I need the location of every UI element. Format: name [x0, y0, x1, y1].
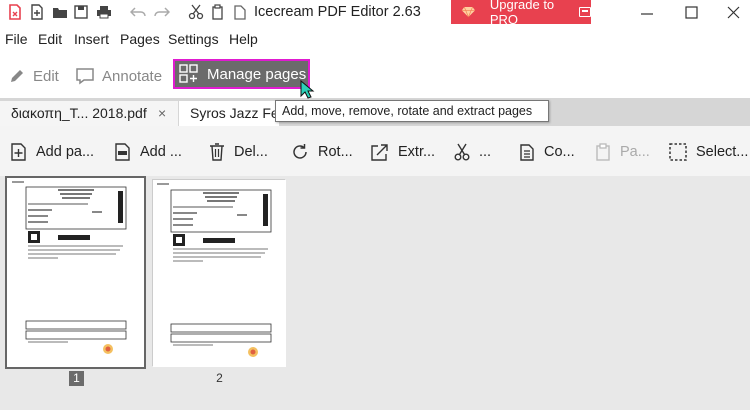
page-preview — [153, 180, 286, 367]
manage-pages-button[interactable]: Manage pages — [173, 59, 310, 89]
manage-pages-icon — [179, 64, 198, 83]
edit-mode-button[interactable]: Edit — [8, 62, 59, 90]
add-page-label: Add pa... — [36, 144, 95, 160]
menu-edit[interactable]: Edit — [38, 31, 62, 47]
clipboard-icon — [596, 143, 610, 161]
new-file-icon[interactable] — [30, 4, 44, 24]
maximize-button[interactable] — [676, 2, 706, 24]
extract-icon — [371, 144, 388, 161]
add-page-button[interactable]: Add pa... — [10, 140, 94, 164]
copy-page-icon — [520, 144, 534, 161]
cut-icon[interactable] — [188, 4, 204, 24]
rotate-icon — [293, 144, 307, 159]
menu-settings[interactable]: Settings — [168, 31, 219, 47]
save-icon[interactable] — [74, 4, 88, 24]
paste-icon[interactable] — [234, 4, 246, 24]
paste-page-button[interactable]: Pa... — [594, 140, 650, 164]
menu-insert[interactable]: Insert — [74, 31, 109, 47]
delete-page-button[interactable]: Del... — [208, 140, 268, 164]
manage-pages-tooltip: Add, move, remove, rotate and extract pa… — [275, 100, 549, 122]
app-logo-icon — [8, 4, 22, 24]
paste-page-label: Pa... — [620, 144, 650, 160]
minimize-button[interactable] — [632, 2, 662, 24]
diamond-icon — [461, 6, 476, 18]
add-file-label: Add ... — [140, 144, 182, 160]
cut-page-label: ... — [479, 144, 492, 160]
comment-icon — [76, 68, 94, 85]
menu-help[interactable]: Help — [229, 31, 258, 47]
annotate-mode-label: Annotate — [102, 67, 163, 85]
page-thumbnail-2[interactable] — [152, 179, 286, 367]
tab-document-2-label: Syros Jazz Fes — [190, 105, 279, 121]
annotate-mode-button[interactable]: Annotate — [75, 62, 162, 90]
menu-bar: File Edit Insert Pages Settings Help — [0, 26, 750, 52]
page-thumbnail-1[interactable] — [5, 176, 146, 369]
title-bar: Icecream PDF Editor 2.63 Upgrade to PRO — [0, 0, 750, 27]
page-number-2: 2 — [216, 371, 223, 385]
select-pages-button[interactable]: Select... — [668, 140, 748, 164]
redo-icon[interactable] — [154, 4, 171, 24]
upgrade-button[interactable]: Upgrade to PRO — [451, 0, 591, 27]
trash-icon — [210, 143, 224, 161]
page-number-1: 1 — [69, 371, 84, 386]
add-file-button[interactable]: Add ... — [114, 140, 182, 164]
open-folder-icon[interactable] — [52, 4, 68, 24]
tab-document-1-label: διακοπη_Τ... 2018.pdf — [11, 105, 147, 121]
close-window-button[interactable] — [718, 2, 748, 24]
copy-page-button[interactable]: Co... — [518, 140, 575, 164]
select-pages-label: Select... — [696, 144, 749, 160]
extract-page-button[interactable]: Extr... — [370, 140, 435, 164]
main-toolbar: Edit Annotate — [0, 52, 750, 98]
mouse-cursor-icon — [300, 79, 316, 105]
delete-page-label: Del... — [234, 144, 268, 160]
page-toolbar: Add pa... Add ... Del... Rot... Extr... … — [0, 126, 750, 176]
card-icon — [579, 7, 591, 17]
manage-pages-label: Manage pages — [207, 65, 307, 83]
pdf-file-icon — [115, 143, 130, 161]
scissors-icon — [454, 143, 470, 161]
extract-page-label: Extr... — [398, 144, 436, 160]
tab-document-1[interactable]: διακοπη_Τ... 2018.pdf × — [0, 101, 178, 126]
print-icon[interactable] — [96, 4, 112, 24]
page-preview — [8, 179, 140, 363]
add-page-icon — [11, 143, 26, 161]
rotate-page-button[interactable]: Rot... — [290, 140, 353, 164]
tab-document-2[interactable]: Syros Jazz Fes — [179, 101, 279, 126]
copy-page-label: Co... — [544, 144, 575, 160]
copy-icon[interactable] — [210, 4, 224, 24]
selection-icon — [669, 143, 687, 161]
tab-close-icon[interactable]: × — [158, 105, 166, 121]
menu-pages[interactable]: Pages — [120, 31, 160, 47]
menu-file[interactable]: File — [5, 31, 28, 47]
app-title: Icecream PDF Editor 2.63 — [254, 4, 421, 20]
undo-icon[interactable] — [129, 4, 146, 24]
rotate-page-label: Rot... — [318, 144, 353, 160]
edit-mode-label: Edit — [33, 67, 59, 85]
upgrade-label: Upgrade to PRO — [489, 0, 555, 27]
cut-page-button[interactable]: ... — [453, 140, 491, 164]
pencil-icon — [11, 70, 23, 82]
